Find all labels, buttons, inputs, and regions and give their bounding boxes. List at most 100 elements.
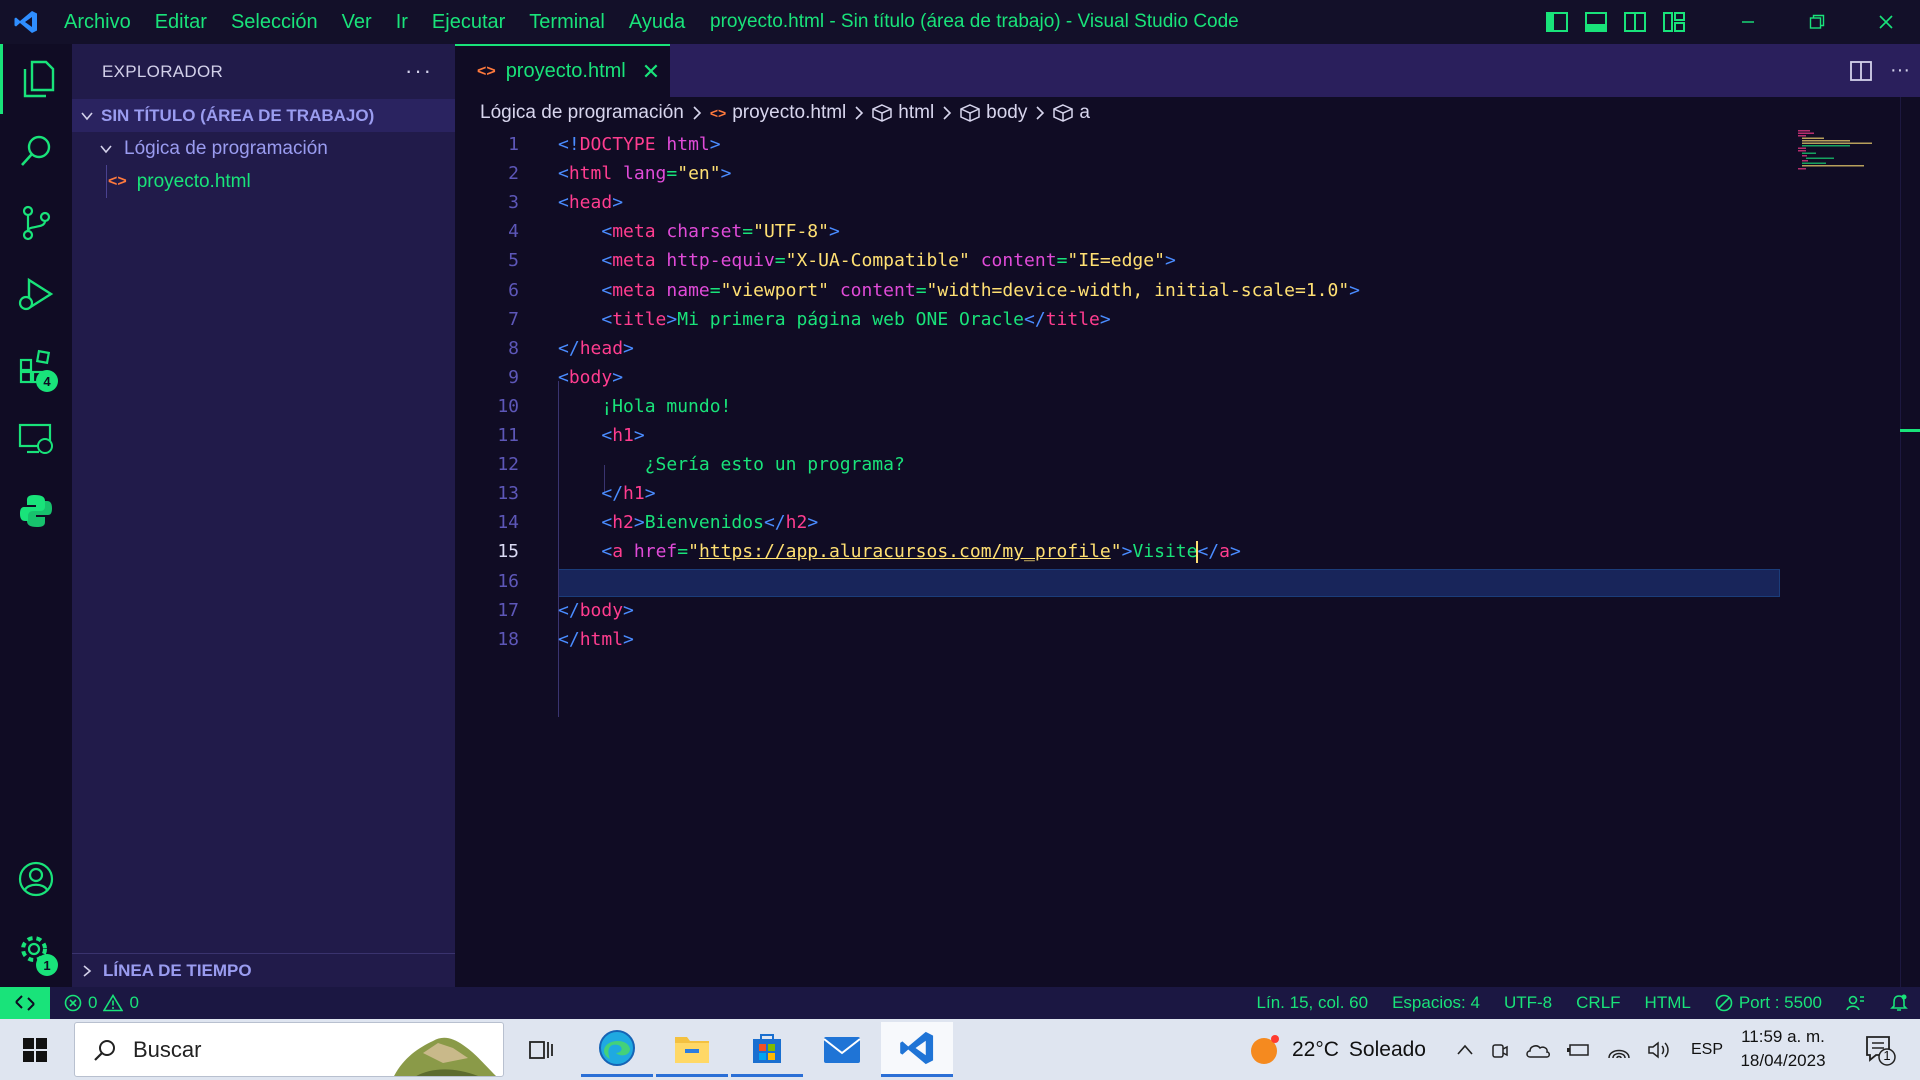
code-line[interactable]: 10 ¡Hola mundo! xyxy=(455,393,1895,421)
extensions-icon[interactable]: 4 xyxy=(0,332,72,402)
volume-icon[interactable] xyxy=(1647,1040,1671,1060)
code-line[interactable]: 17 </body> xyxy=(455,597,1895,625)
minimap[interactable] xyxy=(1798,130,1878,170)
vertical-scrollbar[interactable] xyxy=(1900,97,1920,987)
code-line[interactable]: 16 xyxy=(455,568,1895,596)
code-line[interactable]: 18 </html> xyxy=(455,626,1895,654)
edge-browser-icon[interactable] xyxy=(581,1022,653,1077)
line-content: <meta http-equiv="X-UA-Compatible" conte… xyxy=(601,250,1176,272)
search-icon[interactable] xyxy=(0,116,72,186)
code-line[interactable]: 15 <a href="https://app.aluracursos.com/… xyxy=(455,538,1895,566)
menu-ayuda[interactable]: Ayuda xyxy=(617,0,697,44)
source-control-icon[interactable] xyxy=(0,188,72,258)
problems-indicator[interactable]: 0 0 xyxy=(50,993,139,1013)
windows-start-icon[interactable] xyxy=(0,1019,70,1080)
split-editor-icon[interactable] xyxy=(1842,44,1880,97)
toggle-primary-sidebar-icon[interactable] xyxy=(1537,0,1576,44)
code-line[interactable]: 4 <meta charset="UTF-8"> xyxy=(455,218,1895,246)
file-label: proyecto.html xyxy=(136,170,251,192)
close-tab-icon[interactable]: ✕ xyxy=(642,59,660,85)
indentation[interactable]: Espacios: 4 xyxy=(1380,993,1492,1013)
breadcrumb-folder[interactable]: Lógica de programación xyxy=(480,102,684,124)
chevron-up-icon[interactable] xyxy=(1455,1042,1475,1058)
run-debug-icon[interactable] xyxy=(0,260,72,330)
line-number: 15 xyxy=(497,541,519,563)
breadcrumb-a[interactable]: a xyxy=(1053,102,1090,124)
onedrive-cloud-icon[interactable] xyxy=(1525,1041,1551,1059)
code-line[interactable]: 6 <meta name="viewport" content="width=d… xyxy=(455,277,1895,305)
remote-explorer-icon[interactable] xyxy=(0,404,72,474)
battery-icon[interactable] xyxy=(1567,1042,1591,1058)
activity-bar: 4 1 xyxy=(0,44,72,987)
timeline-section[interactable]: LÍNEA DE TIEMPO xyxy=(72,953,455,987)
vscode-taskbar-icon[interactable] xyxy=(881,1022,953,1077)
workspace-root[interactable]: SIN TÍTULO (ÁREA DE TRABAJO) xyxy=(72,99,455,132)
code-line[interactable]: 5 <meta http-equiv="X-UA-Compatible" con… xyxy=(455,247,1895,275)
file-proyecto-html[interactable]: <> proyecto.html xyxy=(72,165,455,198)
menu-ejecutar[interactable]: Ejecutar xyxy=(420,0,517,44)
code-line[interactable]: 14 <h2>Bienvenidos</h2> xyxy=(455,509,1895,537)
line-content: <head> xyxy=(558,192,624,214)
code-line[interactable]: 1 <!DOCTYPE html> xyxy=(455,131,1895,159)
tab-proyecto-html[interactable]: <> proyecto.html ✕ xyxy=(455,44,670,97)
chevron-right-icon xyxy=(854,106,864,120)
feedback-icon[interactable] xyxy=(1834,994,1878,1012)
microsoft-store-icon[interactable] xyxy=(731,1022,803,1077)
code-line[interactable]: 11 <h1> xyxy=(455,422,1895,450)
code-line[interactable]: 9 <body> xyxy=(455,364,1895,392)
wifi-icon[interactable] xyxy=(1607,1040,1631,1060)
line-content: <meta charset="UTF-8"> xyxy=(601,221,840,243)
folder-logica[interactable]: Lógica de programación xyxy=(72,132,455,165)
more-actions-icon[interactable]: ··· xyxy=(405,58,433,84)
code-line[interactable]: 13 </h1> xyxy=(455,480,1895,508)
settings-gear-icon[interactable]: 1 xyxy=(0,916,72,986)
toggle-panel-icon[interactable] xyxy=(1576,0,1615,44)
breadcrumb-file[interactable]: <> proyecto.html xyxy=(710,102,846,124)
toggle-secondary-sidebar-icon[interactable] xyxy=(1615,0,1654,44)
line-number: 16 xyxy=(497,570,519,592)
menu-editar[interactable]: Editar xyxy=(143,0,219,44)
menu-archivo[interactable]: Archivo xyxy=(52,0,143,44)
code-line[interactable]: 2 <html lang="en"> xyxy=(455,160,1895,188)
search-highlight-art xyxy=(394,1037,497,1076)
mail-icon[interactable] xyxy=(806,1022,878,1077)
meet-now-icon[interactable] xyxy=(1491,1040,1509,1060)
files-icon[interactable] xyxy=(0,44,72,114)
restore-icon[interactable] xyxy=(1782,0,1851,44)
minimize-icon[interactable] xyxy=(1713,0,1782,44)
encoding[interactable]: UTF-8 xyxy=(1492,993,1564,1013)
code-line[interactable]: 12 ¿Sería esto un programa? xyxy=(455,451,1895,479)
taskbar-search-box[interactable]: Buscar xyxy=(74,1022,504,1077)
task-view-icon[interactable] xyxy=(505,1022,577,1077)
code-editor[interactable]: 1 <!DOCTYPE html> 2 <html lang="en"> 3 <head>… xyxy=(455,129,1920,987)
menu-ir[interactable]: Ir xyxy=(384,0,420,44)
chevron-down-icon xyxy=(75,104,99,128)
notification-center-icon[interactable]: 1 xyxy=(1862,1031,1898,1067)
close-icon[interactable] xyxy=(1851,0,1920,44)
system-clock[interactable]: 11:59 a. m. 18/04/2023 xyxy=(1728,1025,1838,1073)
more-actions-icon[interactable]: ··· xyxy=(1880,44,1920,97)
breadcrumb-body[interactable]: body xyxy=(960,102,1027,124)
code-line[interactable]: 8 </head> xyxy=(455,335,1895,363)
weather-widget[interactable]: 22°C Soleado xyxy=(1248,1019,1426,1080)
menu-terminal[interactable]: Terminal xyxy=(517,0,617,44)
language-mode[interactable]: HTML xyxy=(1633,993,1703,1013)
chevron-right-icon xyxy=(75,959,99,983)
python-icon[interactable] xyxy=(0,476,72,546)
menu-seleccion[interactable]: Selección xyxy=(219,0,330,44)
notifications-bell-icon[interactable] xyxy=(1878,994,1920,1012)
input-language[interactable]: ESP xyxy=(1691,1041,1723,1059)
line-number: 9 xyxy=(508,366,519,388)
code-line[interactable]: 3 <head> xyxy=(455,189,1895,217)
cursor-position[interactable]: Lín. 15, col. 60 xyxy=(1245,993,1381,1013)
menu-ver[interactable]: Ver xyxy=(330,0,384,44)
end-of-line[interactable]: CRLF xyxy=(1564,993,1632,1013)
customize-layout-icon[interactable] xyxy=(1654,0,1693,44)
file-explorer-icon[interactable] xyxy=(656,1022,728,1077)
account-icon[interactable] xyxy=(0,844,72,914)
breadcrumb-html[interactable]: html xyxy=(872,102,934,124)
remote-indicator-icon[interactable] xyxy=(0,987,50,1019)
live-server-port[interactable]: Port : 5500 xyxy=(1703,993,1834,1013)
code-line[interactable]: 7 <title>Mi primera página web ONE Oracl… xyxy=(455,306,1895,334)
line-number: 6 xyxy=(508,279,519,301)
